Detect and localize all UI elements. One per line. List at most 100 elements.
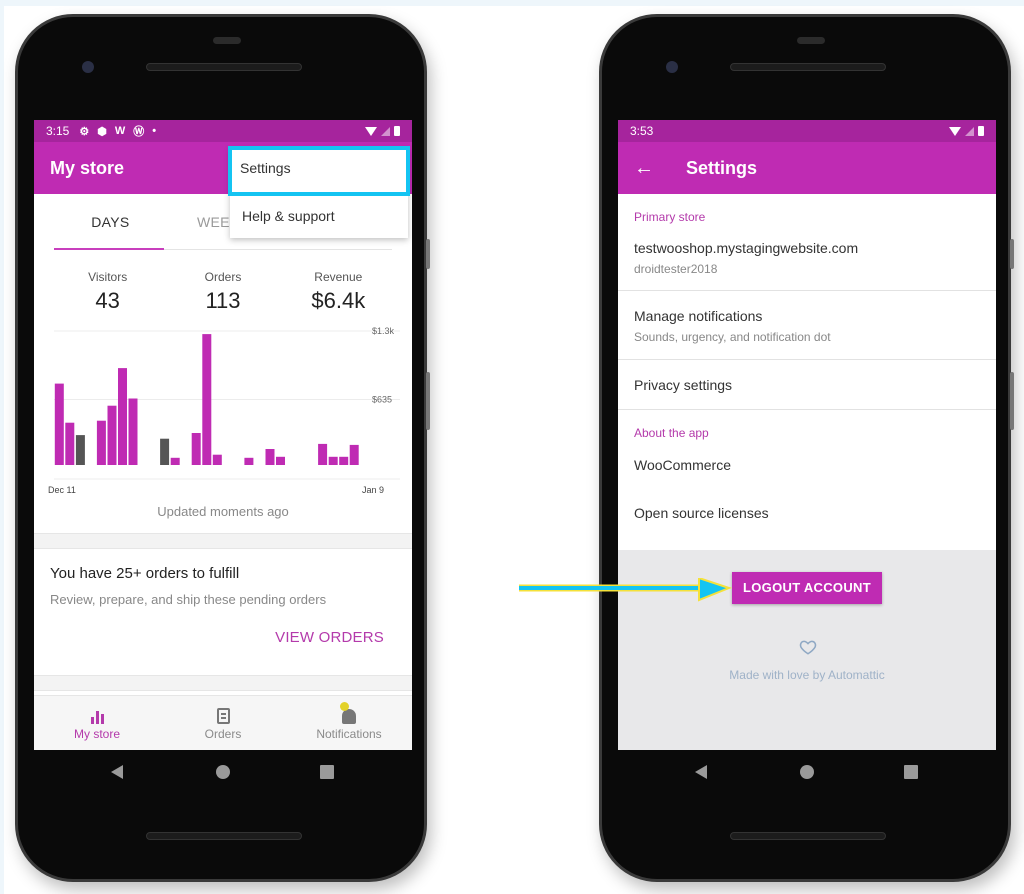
wordpress-icon: Ⓦ [133,126,145,138]
volume-button [1010,372,1014,430]
w-icon: W [114,125,126,137]
chart-bar[interactable] [212,454,222,465]
setting-manage-notifications[interactable]: Manage notifications Sounds, urgency, an… [618,291,996,360]
volume-button [426,372,430,430]
setting-title: Manage notifications [634,308,763,324]
stat-revenue: Revenue $6.4k [281,270,396,314]
sensor [213,37,241,44]
section-divider [34,675,412,691]
sensor [797,37,825,44]
screen-settings: 3:53 ← Settings Primary store testwoosho… [618,120,996,750]
chart-bar[interactable] [160,438,170,465]
status-time: 3:15 [46,124,70,138]
stats-row: Visitors 43 Orders 113 Revenue $6.4k [34,250,412,314]
back-triangle-icon[interactable] [111,765,123,779]
store-url: testwooshop.mystagingwebsite.com [634,240,859,256]
cell-signal-icon [381,126,390,136]
section-divider [34,533,412,549]
overflow-menu: Settings Help & support [228,146,410,238]
chart-bar[interactable] [191,433,201,465]
section-label-primary-store: Primary store [634,210,706,224]
made-with-love-text: Made with love by Automattic [729,668,885,682]
status-bar: 3:15 ⚙ ⬢ W Ⓦ • [34,120,412,142]
background-strip [0,0,1024,6]
front-camera [82,61,94,73]
chart-bar[interactable] [202,334,212,465]
phone-left: 3:15 ⚙ ⬢ W Ⓦ • My store DAYS WEEKS MONTH… [15,14,430,882]
nav-notifications[interactable]: Notifications [286,696,412,750]
cell-signal-icon [965,126,974,136]
power-button [426,239,430,269]
bottom-speaker [730,832,886,840]
chart-bar[interactable] [328,456,338,465]
phone-right: 3:53 ← Settings Primary store testwoosho… [599,14,1014,882]
y-tick-label: $635 [372,395,392,405]
system-nav-bar [18,752,424,792]
tab-days[interactable]: DAYS [54,194,167,249]
page-title: My store [50,157,125,178]
stat-value: 43 [95,288,120,313]
home-circle-icon[interactable] [216,765,230,779]
setting-privacy[interactable]: Privacy settings [618,360,996,410]
nav-my-store[interactable]: My store [34,696,160,750]
chart-bar[interactable] [96,420,106,465]
status-bar: 3:53 [618,120,996,142]
page-title: Settings [686,157,758,178]
x-tick-label: Dec 11 [48,485,76,495]
chart-bar[interactable] [244,457,254,465]
x-tick-label: Jan 9 [362,485,384,495]
setting-open-source-licenses[interactable]: Open source licenses [618,505,996,521]
nav-orders[interactable]: Orders [160,696,286,750]
chart-bar[interactable] [339,456,349,465]
bottom-navigation: My store Orders Notifications [34,695,412,750]
dot-icon: • [152,125,157,137]
chart-bar[interactable] [75,435,85,465]
heart-icon [799,640,817,655]
system-nav-bar [602,752,1008,792]
bar-chart-icon [34,704,160,724]
section-label-about: About the app [634,426,709,440]
home-circle-icon[interactable] [800,765,814,779]
chart-bar[interactable] [107,405,117,465]
chart-bar[interactable] [349,444,359,465]
chart-bar[interactable] [170,457,180,465]
chart-bar[interactable] [54,383,64,465]
y-tick-label: $1.3k [372,326,395,336]
bell-icon [342,709,356,724]
wifi-icon [365,126,377,136]
annotation-arrow-icon [519,578,732,602]
stat-label: Visitors [88,270,128,284]
stat-orders: Orders 113 [165,270,280,314]
recents-square-icon[interactable] [320,765,334,779]
chart-bar[interactable] [118,368,127,465]
document-icon [216,708,230,724]
chart-bar[interactable] [265,449,275,465]
nav-icon-wrap [160,704,286,724]
setting-title: WooCommerce [634,457,731,473]
menu-item-help-support[interactable]: Help & support [230,194,408,238]
chart-bar[interactable] [128,398,138,466]
chart-bar[interactable] [65,422,75,465]
revenue-chart-svg: $1.3k $635 Dec 11 Jan 9 [48,326,400,495]
store-username: droidtester2018 [634,262,718,276]
arrow-left-icon[interactable]: ← [634,157,654,180]
orders-card-subtitle: Review, prepare, and ship these pending … [50,592,327,607]
setting-woocommerce[interactable]: WooCommerce [618,440,996,505]
background-strip [0,0,4,894]
setting-title: Open source licenses [634,505,769,521]
earpiece-speaker [730,63,886,71]
nav-label: Notifications [316,727,382,741]
menu-item-settings[interactable]: Settings [228,146,410,196]
back-triangle-icon[interactable] [695,765,707,779]
chart-bar[interactable] [276,456,285,465]
shield-icon: ⬢ [97,125,107,138]
setting-title: Privacy settings [634,377,733,393]
setting-subtitle: Sounds, urgency, and notification dot [634,330,831,344]
setting-primary-store[interactable]: testwooshop.mystagingwebsite.com droidte… [618,224,996,291]
view-orders-button[interactable]: VIEW ORDERS [50,629,384,646]
recents-square-icon[interactable] [904,765,918,779]
nav-icon-wrap [286,702,412,724]
chart-bar[interactable] [318,443,328,465]
logout-account-button[interactable]: LOGOUT ACCOUNT [732,572,882,604]
app-bar: ← Settings [618,142,996,194]
